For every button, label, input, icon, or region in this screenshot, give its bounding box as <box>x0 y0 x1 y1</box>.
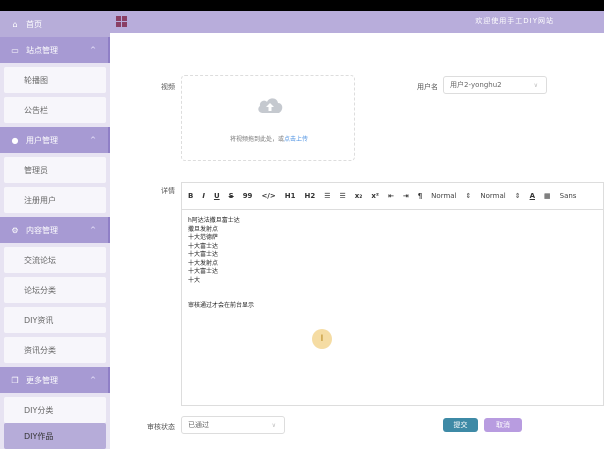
welcome-title: 欢迎使用手工DIY网站 <box>475 17 554 25</box>
sidebar-group-label: 更多管理 <box>26 375 58 385</box>
sidebar-item-news-category[interactable]: 资讯分类 <box>4 337 106 363</box>
chevron-up-icon: ^ <box>90 226 96 234</box>
bold-button[interactable]: B <box>188 192 193 200</box>
sidebar-item-admin[interactable]: 管理员 <box>4 157 106 183</box>
sidebar-item-label: 轮播图 <box>24 75 48 85</box>
h1-button[interactable]: H1 <box>285 192 296 200</box>
size-select-arrow-icon: ⇕ <box>465 192 472 200</box>
sidebar-item-label: 公告栏 <box>24 105 48 115</box>
sidebar-group-site[interactable]: ▭ 站点管理 ^ <box>0 37 110 63</box>
editor-content[interactable]: h阿达法撒旦富士达 撒旦发射点 十大范德萨 十大富士达 十大富士达 十大发射点 … <box>188 217 254 311</box>
sidebar-item-registered-users[interactable]: 注册用户 <box>4 187 106 213</box>
font-select[interactable]: Sans <box>560 192 577 200</box>
bullet-list-button[interactable]: ☰ <box>339 192 345 200</box>
sidebar-item-forum[interactable]: 交流论坛 <box>4 247 106 273</box>
italic-button[interactable]: I <box>202 192 205 200</box>
chevron-down-icon: ∨ <box>533 81 538 89</box>
sidebar-group-label: 用户管理 <box>26 135 58 145</box>
sidebar-item-diy-category[interactable]: DIY分类 <box>4 397 106 423</box>
audit-status-value: 已通过 <box>188 421 209 429</box>
sidebar-item-diy-news[interactable]: DIY资讯 <box>4 307 106 333</box>
editor-line: 十大 <box>188 276 201 284</box>
sidebar-item-label: 资讯分类 <box>24 345 56 355</box>
sidebar-item-label: 首页 <box>26 19 42 29</box>
detail-label: 详情 <box>161 187 175 195</box>
editor-line: 十大范德萨 <box>188 234 219 241</box>
sidebar-group-label: 站点管理 <box>26 45 58 55</box>
grid-menu-icon[interactable] <box>116 16 127 27</box>
sidebar-item-label: DIY分类 <box>24 405 54 415</box>
gear-icon: ⚙ <box>11 225 19 235</box>
home-icon: ⌂ <box>12 19 18 29</box>
underline-button[interactable]: U <box>214 192 220 200</box>
sidebar-group-content[interactable]: ⚙ 内容管理 ^ <box>0 217 110 243</box>
upload-hint: 将视频拖到此处，或点击上传 <box>182 134 356 143</box>
user-icon: ● <box>11 135 19 145</box>
cloud-upload-icon <box>258 98 283 113</box>
editor-line: 撒旦发射点 <box>188 225 219 233</box>
sidebar-item-label: DIY作品 <box>24 431 54 441</box>
editor-line: 十大富士达 <box>188 268 219 275</box>
editor-line: 审核通过才会在前台显示 <box>188 302 255 309</box>
text-cursor-icon: I <box>312 329 332 349</box>
upload-hint-text: 将视频拖到此处，或 <box>229 136 284 143</box>
font-color-button[interactable]: A <box>530 192 535 200</box>
chevron-down-icon: ∨ <box>271 421 276 429</box>
sidebar-group-label: 内容管理 <box>26 225 58 235</box>
subscript-button[interactable]: x₂ <box>355 192 363 200</box>
upload-link[interactable]: 点击上传 <box>284 136 308 143</box>
rich-text-editor[interactable]: B I U S 99 </> H1 H2 ☰ ☰ x₂ x² ⇤ ⇥ ¶ Nor… <box>181 182 604 406</box>
header-select[interactable]: Normal <box>480 192 505 200</box>
editor-line: h阿达法撒旦富士达 <box>188 217 240 224</box>
size-select[interactable]: Normal <box>431 192 456 200</box>
header-select-arrow-icon: ⇕ <box>514 192 521 200</box>
video-upload-dropzone[interactable]: 将视频拖到此处，或点击上传 <box>181 75 355 161</box>
header-bar: 欢迎使用手工DIY网站 <box>110 11 604 33</box>
stack-icon: ❐ <box>11 375 19 385</box>
h2-button[interactable]: H2 <box>304 192 315 200</box>
blockquote-button[interactable]: 99 <box>243 192 253 200</box>
strike-button[interactable]: S <box>229 192 234 200</box>
top-black-bar <box>0 0 604 11</box>
ordered-list-button[interactable]: ☰ <box>324 192 330 200</box>
sidebar-item-carousel[interactable]: 轮播图 <box>4 67 106 93</box>
outdent-button[interactable]: ⇤ <box>388 192 394 200</box>
indent-button[interactable]: ⇥ <box>403 192 409 200</box>
sidebar-item-label: 注册用户 <box>24 195 56 205</box>
sidebar-group-more[interactable]: ❐ 更多管理 ^ <box>0 367 110 393</box>
audit-status-label: 审核状态 <box>147 423 175 431</box>
chevron-up-icon: ^ <box>90 376 96 384</box>
submit-button[interactable]: 提交 <box>443 418 478 432</box>
sidebar-item-forum-category[interactable]: 论坛分类 <box>4 277 106 303</box>
chevron-up-icon: ^ <box>90 136 96 144</box>
sidebar-item-label: 论坛分类 <box>24 285 56 295</box>
app-window: ⌂ 首页 ▭ 站点管理 ^ 轮播图 公告栏 ● 用户管理 ^ 管理员 注册用户 … <box>0 0 604 449</box>
chevron-up-icon: ^ <box>90 46 96 54</box>
editor-line: 十大发射点 <box>188 259 219 267</box>
direction-button[interactable]: ¶ <box>418 192 422 200</box>
sidebar-item-home[interactable]: ⌂ 首页 <box>0 11 110 37</box>
sidebar-item-diy-works[interactable]: DIY作品 <box>4 423 106 449</box>
username-select[interactable]: 用户2-yonghu2 ∨ <box>443 76 547 94</box>
sidebar-item-notice[interactable]: 公告栏 <box>4 97 106 123</box>
sidebar-item-label: DIY资讯 <box>24 315 54 325</box>
username-value: 用户2-yonghu2 <box>450 81 502 89</box>
sidebar: ⌂ 首页 ▭ 站点管理 ^ 轮播图 公告栏 ● 用户管理 ^ 管理员 注册用户 … <box>0 11 110 449</box>
superscript-button[interactable]: x² <box>371 192 379 200</box>
audit-status-select[interactable]: 已通过 ∨ <box>181 416 285 434</box>
background-color-button[interactable]: ▦ <box>544 192 551 200</box>
username-label: 用户名 <box>417 83 438 91</box>
editor-toolbar: B I U S 99 </> H1 H2 ☰ ☰ x₂ x² ⇤ ⇥ ¶ Nor… <box>182 183 604 210</box>
video-label: 视频 <box>161 83 175 91</box>
monitor-icon: ▭ <box>11 45 19 55</box>
code-button[interactable]: </> <box>261 192 275 200</box>
sidebar-item-label: 交流论坛 <box>24 255 56 265</box>
editor-line: 十大富士达 <box>188 242 219 250</box>
sidebar-group-users[interactable]: ● 用户管理 ^ <box>0 127 110 153</box>
sidebar-item-label: 管理员 <box>24 165 48 175</box>
cancel-button[interactable]: 取消 <box>484 418 522 432</box>
editor-line: 十大富士达 <box>188 251 219 258</box>
